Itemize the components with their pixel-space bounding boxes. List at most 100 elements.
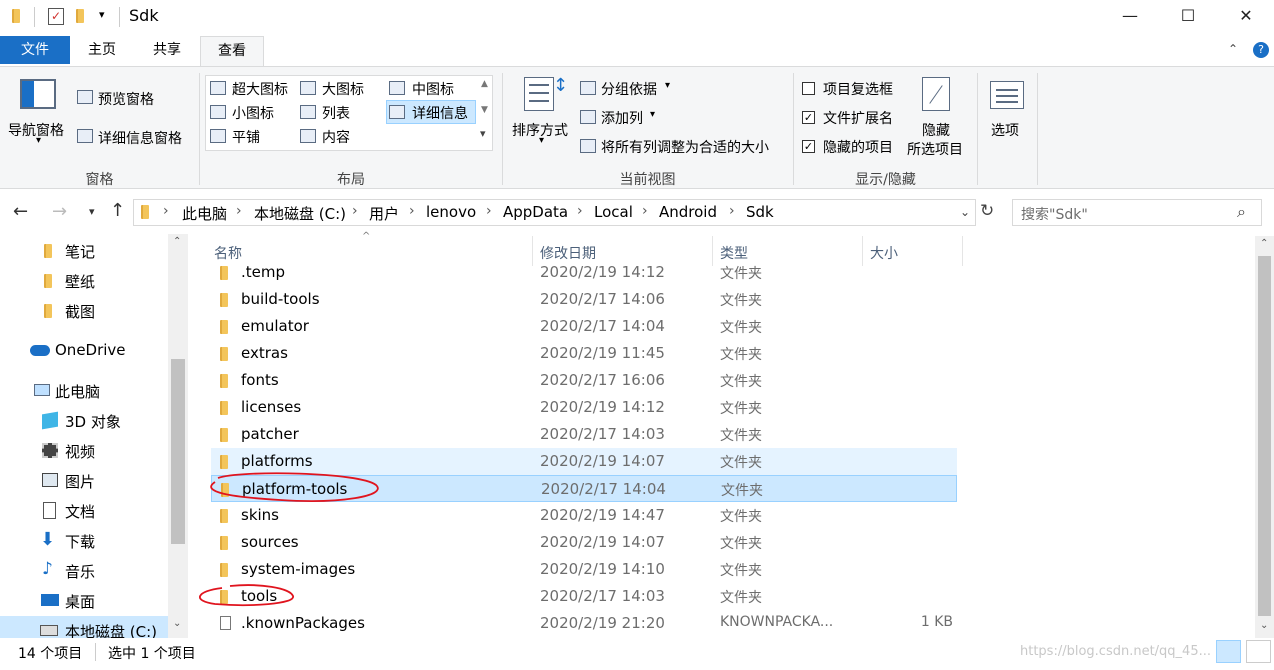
- file-list-scrollbar-thumb[interactable]: [1258, 256, 1271, 616]
- breadcrumb-separator[interactable]: ›: [577, 203, 583, 219]
- tab-file[interactable]: 文件: [0, 36, 70, 64]
- sidebar-item-3d-objects[interactable]: 3D 对象: [0, 406, 168, 436]
- breadcrumb-separator[interactable]: ›: [486, 203, 492, 219]
- address-dropdown-icon[interactable]: ⌄: [960, 205, 970, 219]
- table-row[interactable]: platform-tools 2020/2/17 14:04 文件夹: [211, 475, 957, 502]
- chevron-down-icon[interactable]: ▾: [665, 80, 670, 91]
- nav-scrollbar-thumb[interactable]: [171, 359, 185, 544]
- chevron-down-icon[interactable]: ▾: [650, 109, 655, 120]
- table-row[interactable]: skins 2020/2/19 14:47 文件夹: [211, 502, 957, 529]
- help-icon[interactable]: ?: [1253, 42, 1269, 58]
- minimize-button[interactable]: —: [1101, 0, 1159, 34]
- table-row[interactable]: licenses 2020/2/19 14:12 文件夹: [211, 394, 957, 421]
- sidebar-item-notes[interactable]: 笔记: [0, 236, 168, 266]
- more-icon[interactable]: ▾: [480, 127, 486, 140]
- breadcrumb-separator[interactable]: ›: [236, 203, 242, 219]
- sidebar-item-documents[interactable]: 文档: [0, 496, 168, 526]
- file-extensions-checkbox[interactable]: ✓: [802, 111, 815, 124]
- table-row[interactable]: .knownPackages 2020/2/19 21:20 KNOWNPACK…: [211, 610, 957, 637]
- navigation-pane-icon[interactable]: [20, 79, 56, 109]
- sort-by-icon[interactable]: [524, 77, 554, 111]
- nav-scrollbar[interactable]: ⌃ ⌄: [168, 234, 188, 638]
- chevron-down-icon[interactable]: ▾: [36, 135, 41, 146]
- scroll-up-icon[interactable]: ⌃: [1260, 238, 1268, 249]
- options-button[interactable]: 选项: [991, 120, 1019, 140]
- table-row[interactable]: patcher 2020/2/17 14:03 文件夹: [211, 421, 957, 448]
- scroll-up-icon[interactable]: ⌃: [173, 236, 181, 247]
- tab-share[interactable]: 共享: [134, 36, 200, 64]
- quick-access-dropdown-icon[interactable]: ▾: [99, 8, 105, 21]
- hidden-items-label[interactable]: 隐藏的项目: [823, 137, 893, 157]
- back-arrow-icon[interactable]: ←: [13, 201, 28, 222]
- layout-list[interactable]: 列表: [322, 103, 350, 123]
- breadcrumb-separator[interactable]: ›: [352, 203, 358, 219]
- hide-selected-label[interactable]: 隐藏: [922, 120, 950, 140]
- sidebar-item-desktop[interactable]: 桌面: [0, 586, 168, 616]
- close-button[interactable]: ✕: [1217, 0, 1274, 34]
- item-checkboxes-checkbox[interactable]: [802, 82, 815, 95]
- table-row[interactable]: tools 2020/2/17 14:03 文件夹: [211, 583, 957, 610]
- table-row[interactable]: extras 2020/2/19 11:45 文件夹: [211, 340, 957, 367]
- forward-arrow-icon[interactable]: →: [52, 201, 67, 222]
- file-extensions-label[interactable]: 文件扩展名: [823, 108, 893, 128]
- table-row[interactable]: system-images 2020/2/19 14:10 文件夹: [211, 556, 957, 583]
- sidebar-item-videos[interactable]: 视频: [0, 436, 168, 466]
- tab-home[interactable]: 主页: [70, 36, 134, 64]
- breadcrumb-separator[interactable]: ›: [409, 203, 415, 219]
- add-column-button[interactable]: 添加列: [601, 108, 643, 128]
- layout-extra-large-icons[interactable]: 超大图标: [232, 79, 288, 99]
- sidebar-item-downloads[interactable]: ⬇ 下载: [0, 526, 168, 556]
- file-list-scrollbar[interactable]: ⌃ ⌄: [1255, 236, 1274, 638]
- sidebar-item-screenshots[interactable]: 截图: [0, 296, 168, 326]
- sidebar-item-music[interactable]: ♪ 音乐: [0, 556, 168, 586]
- breadcrumb-lenovo[interactable]: lenovo: [426, 203, 476, 221]
- layout-tiles[interactable]: 平铺: [232, 127, 260, 147]
- scroll-up-icon[interactable]: ▲: [481, 79, 488, 89]
- details-view-icon[interactable]: [1216, 640, 1241, 663]
- hide-selected-icon[interactable]: [922, 77, 950, 111]
- table-row[interactable]: emulator 2020/2/17 14:04 文件夹: [211, 313, 957, 340]
- options-icon[interactable]: [990, 81, 1024, 109]
- breadcrumb-this-pc[interactable]: 此电脑: [182, 203, 227, 224]
- properties-icon[interactable]: ✓: [48, 8, 64, 25]
- address-bar[interactable]: › 此电脑 › 本地磁盘 (C:) › 用户 › lenovo › AppDat…: [133, 199, 976, 226]
- table-row[interactable]: sources 2020/2/19 14:07 文件夹: [211, 529, 957, 556]
- layout-details[interactable]: 详细信息: [412, 103, 468, 123]
- table-row[interactable]: platforms 2020/2/19 14:07 文件夹: [211, 448, 957, 475]
- sidebar-item-onedrive[interactable]: OneDrive: [0, 336, 168, 366]
- details-pane-button[interactable]: 详细信息窗格: [98, 128, 182, 148]
- breadcrumb-separator[interactable]: ›: [729, 203, 735, 219]
- table-row[interactable]: fonts 2020/2/17 16:06 文件夹: [211, 367, 957, 394]
- preview-pane-button[interactable]: 预览窗格: [98, 89, 154, 109]
- recent-locations-icon[interactable]: ▾: [89, 205, 95, 218]
- table-row[interactable]: .temp 2020/2/19 14:12 文件夹: [211, 259, 957, 286]
- breadcrumb-local-disk[interactable]: 本地磁盘 (C:): [254, 203, 346, 224]
- breadcrumb-separator[interactable]: ›: [642, 203, 648, 219]
- breadcrumb-local[interactable]: Local: [594, 203, 633, 221]
- layout-content[interactable]: 内容: [322, 127, 350, 147]
- tab-view[interactable]: 查看: [200, 36, 264, 68]
- sidebar-item-pictures[interactable]: 图片: [0, 466, 168, 496]
- refresh-icon[interactable]: ↻: [980, 201, 994, 221]
- table-row[interactable]: build-tools 2020/2/17 14:06 文件夹: [211, 286, 957, 313]
- size-all-columns-button[interactable]: 将所有列调整为合适的大小: [601, 137, 769, 157]
- layout-large-icons[interactable]: 大图标: [322, 79, 364, 99]
- chevron-up-icon[interactable]: ⌃: [1228, 42, 1238, 56]
- hidden-items-checkbox[interactable]: ✓: [802, 140, 815, 153]
- sidebar-item-this-pc[interactable]: 此电脑: [0, 376, 168, 406]
- scroll-down-icon[interactable]: ⌄: [173, 618, 181, 629]
- layout-medium-icons[interactable]: 中图标: [412, 79, 454, 99]
- scroll-down-icon[interactable]: ▼: [481, 105, 488, 115]
- hide-selected-label-2[interactable]: 所选项目: [907, 139, 963, 159]
- item-checkboxes-label[interactable]: 项目复选框: [823, 79, 893, 99]
- maximize-button[interactable]: ☐: [1159, 0, 1217, 34]
- scroll-down-icon[interactable]: ⌄: [1260, 620, 1268, 631]
- layout-small-icons[interactable]: 小图标: [232, 103, 274, 123]
- sidebar-item-wallpaper[interactable]: 壁纸: [0, 266, 168, 296]
- chevron-down-icon[interactable]: ▾: [539, 135, 544, 146]
- breadcrumb-users[interactable]: 用户: [369, 203, 399, 224]
- breadcrumb-sdk[interactable]: Sdk: [746, 203, 774, 221]
- large-icons-view-icon[interactable]: [1246, 640, 1271, 663]
- breadcrumb-android[interactable]: Android: [659, 203, 717, 221]
- breadcrumb-separator[interactable]: ›: [163, 203, 169, 219]
